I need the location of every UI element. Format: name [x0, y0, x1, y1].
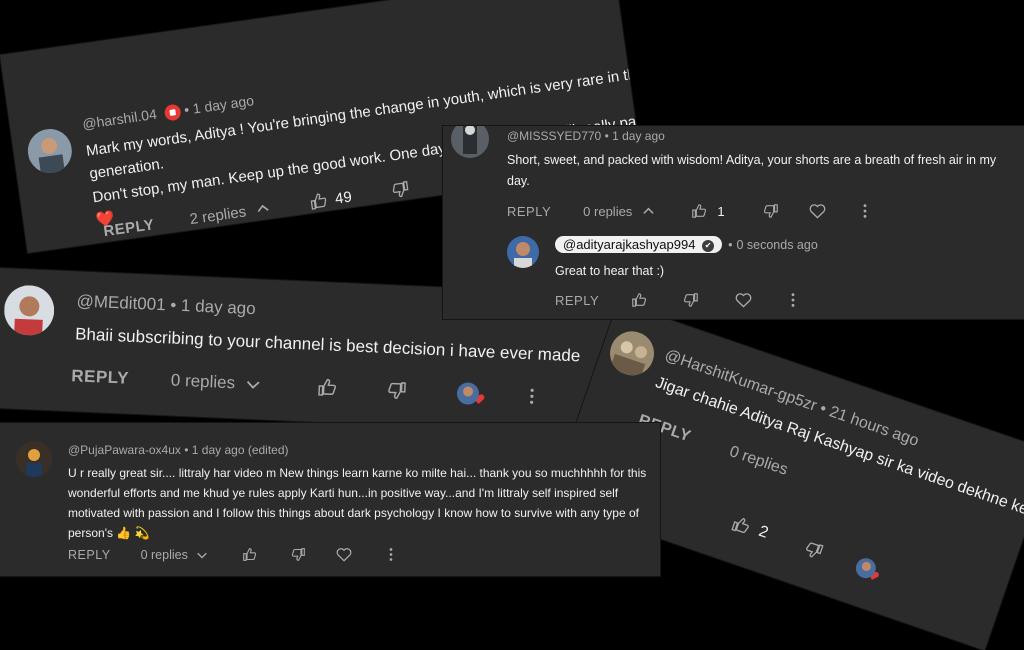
creator-handle: @adityarajkashyap994	[563, 237, 696, 252]
more-vert-icon[interactable]	[528, 387, 535, 405]
reply-button[interactable]: REPLY	[68, 548, 111, 562]
comment-header-puja: @PujaPawara-ox4ux • 1 day ago (edited)	[68, 443, 289, 457]
thumbs-down-icon[interactable]	[683, 292, 699, 308]
creator-handle-pill[interactable]: @adityarajkashyap994 ✔	[555, 236, 723, 253]
comment-handle[interactable]: @harshil.04	[81, 106, 157, 132]
comment-header-medit: @MEdit001 • 1 day ago	[76, 291, 257, 319]
chevron-up-icon	[255, 201, 271, 217]
chevron-down-icon	[245, 376, 262, 393]
avatar-harshit[interactable]	[604, 325, 661, 382]
comment-header-misssyed: @MISSSYED770 • 1 day ago	[507, 129, 665, 143]
reply-actions-creator: REPLY	[555, 292, 796, 308]
comment-line: motivated with passion and I follow this…	[68, 506, 639, 520]
avatar-puja[interactable]	[16, 441, 52, 477]
comment-time: 1 day ago	[612, 129, 665, 143]
reply-button[interactable]: REPLY	[507, 204, 551, 219]
comment-actions-misssyed: REPLY 0 replies 1	[507, 203, 868, 219]
chevron-down-icon	[196, 549, 208, 561]
heart-icon[interactable]	[809, 203, 826, 219]
reply-time: 0 seconds ago	[736, 237, 818, 252]
thumbs-down-icon[interactable]	[763, 203, 779, 219]
comment-time: 1 day ago (edited)	[191, 443, 289, 457]
thumbs-down-icon[interactable]	[390, 179, 410, 199]
badge-icon	[163, 103, 182, 122]
more-vert-icon[interactable]	[862, 203, 868, 219]
comment-actions-medit: REPLY 0 replies	[71, 365, 535, 407]
thumbs-up-icon[interactable]	[242, 547, 257, 562]
thumbs-up-icon[interactable]	[317, 377, 338, 398]
like-count: 1	[717, 203, 725, 219]
replies-count: 0 replies	[727, 443, 790, 479]
comment-card-puja: @PujaPawara-ox4ux • 1 day ago (edited) U…	[0, 423, 660, 576]
replies-count: 0 replies	[170, 370, 236, 393]
thumbs-down-icon[interactable]	[387, 380, 408, 401]
replies-count: 0 replies	[140, 547, 188, 562]
like-count: 2	[756, 522, 771, 542]
comment-line: wonderful efforts and me khud ye rules a…	[68, 486, 619, 500]
comment-handle[interactable]: @MISSSYED770	[507, 129, 601, 143]
thumbs-up-icon[interactable]	[691, 203, 707, 219]
reply-text-creator: Great to hear that :)	[555, 264, 665, 278]
replies-count: 0 replies	[583, 203, 633, 219]
avatar-harshil[interactable]	[24, 126, 75, 176]
comment-line: day.	[507, 174, 530, 188]
heart-icon[interactable]	[336, 547, 352, 562]
comment-time: 1 day ago	[191, 92, 255, 117]
comment-likes-harshit: 2	[729, 512, 883, 583]
reply-button[interactable]: REPLY	[71, 366, 129, 388]
like-count: 49	[333, 188, 353, 208]
replies-toggle[interactable]: 0 replies	[583, 204, 655, 219]
avatar-creator[interactable]	[507, 236, 539, 268]
avatar-medit[interactable]	[3, 284, 56, 337]
replies-toggle[interactable]: 0 replies	[170, 371, 261, 395]
thumbs-down-icon[interactable]	[291, 547, 306, 562]
comment-card-misssyed: @MISSSYED770 • 1 day ago Short, sweet, a…	[443, 126, 1024, 319]
comment-text-misssyed: Short, sweet, and packed with wisdom! Ad…	[507, 150, 996, 192]
comment-line: person's 👍 💫	[68, 526, 150, 540]
thumbs-down-icon[interactable]	[802, 538, 825, 561]
more-vert-icon[interactable]	[388, 547, 394, 562]
reply-header-creator: @adityarajkashyap994 ✔ • 0 seconds ago	[555, 236, 818, 253]
comment-line: U r really great sir.... littraly har vi…	[68, 466, 647, 480]
comment-handle[interactable]: @MEdit001	[76, 291, 166, 314]
comment-time: 1 day ago	[180, 295, 257, 319]
replies-toggle[interactable]: 0 replies	[141, 548, 208, 562]
thumbs-up-icon[interactable]	[308, 191, 328, 211]
avatar-misssyed[interactable]	[451, 126, 489, 158]
thumbs-up-icon[interactable]	[631, 292, 647, 308]
comment-actions-puja: REPLY 0 replies	[68, 547, 394, 562]
comment-text-medit: Bhaii subscribing to your channel is bes…	[74, 324, 581, 366]
verified-icon: ✔	[702, 239, 715, 252]
thumbs-up-icon[interactable]	[730, 513, 753, 536]
reply-button[interactable]: REPLY	[555, 293, 599, 308]
comment-handle[interactable]: @PujaPawara-ox4ux	[68, 443, 181, 457]
replies-toggle[interactable]: 0 replies	[727, 443, 790, 480]
comment-text-puja: U r really great sir.... littraly har vi…	[68, 463, 646, 543]
more-vert-icon[interactable]	[790, 292, 796, 308]
heart-icon[interactable]	[735, 292, 752, 308]
comment-line: Short, sweet, and packed with wisdom! Ad…	[507, 153, 997, 167]
chevron-up-icon	[642, 205, 655, 218]
